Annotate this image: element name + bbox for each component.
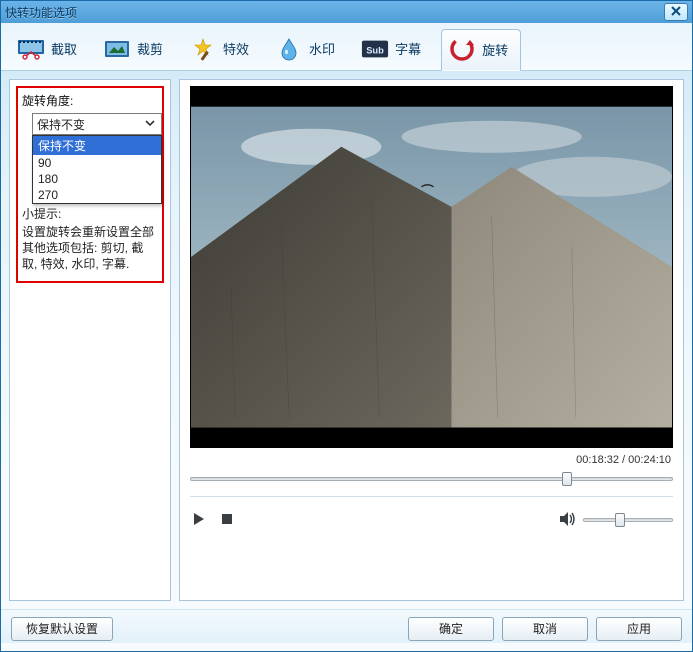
restore-defaults-button[interactable]: 恢复默认设置 <box>11 617 113 641</box>
main-area: 旋转角度: 保持不变 保持不变 90 180 270 小提示: 设置旋转会重新设… <box>1 71 692 609</box>
angle-option[interactable]: 保持不变 <box>33 136 161 155</box>
tab-label: 字幕 <box>395 39 421 58</box>
magic-wand-icon <box>189 35 217 63</box>
angle-label: 旋转角度: <box>22 92 158 109</box>
play-button[interactable] <box>190 511 208 529</box>
volume-slider[interactable] <box>583 513 673 527</box>
video-frame-image <box>191 87 672 447</box>
chevron-down-icon <box>143 116 157 133</box>
duration: 00:24:10 <box>628 454 671 466</box>
stop-button[interactable] <box>218 511 236 529</box>
seek-thumb[interactable] <box>562 472 572 486</box>
play-icon <box>192 512 206 529</box>
title-bar: 快转功能选项 <box>1 1 692 23</box>
rotate-icon <box>448 35 476 63</box>
time-display: 00:18:32 / 00:24:10 <box>190 452 673 470</box>
current-time: 00:18:32 <box>576 454 619 466</box>
rotate-settings-highlight: 旋转角度: 保持不变 保持不变 90 180 270 小提示: 设置旋转会重新设… <box>16 86 164 283</box>
tab-label: 特效 <box>223 39 249 58</box>
hint-body: 设置旋转会重新设置全部其他选项包括: 剪切, 截取, 特效, 水印, 字幕. <box>22 224 158 273</box>
tab-label: 裁剪 <box>137 39 163 58</box>
tab-subtitle[interactable]: Sub 字幕 <box>355 29 433 70</box>
volume-thumb[interactable] <box>615 513 625 527</box>
hint-title: 小提示: <box>22 205 158 222</box>
photo-crop-icon <box>103 35 131 63</box>
tab-capture[interactable]: 截取 <box>11 29 89 70</box>
subtitle-icon: Sub <box>361 35 389 63</box>
player-controls <box>190 507 673 533</box>
angle-option[interactable]: 90 <box>33 155 161 171</box>
video-preview[interactable] <box>190 86 673 448</box>
angle-option[interactable]: 180 <box>33 171 161 187</box>
rotate-settings-panel: 旋转角度: 保持不变 保持不变 90 180 270 小提示: 设置旋转会重新设… <box>9 79 171 601</box>
tab-label: 截取 <box>51 39 77 58</box>
tab-watermark[interactable]: 水印 <box>269 29 347 70</box>
tab-rotate[interactable]: 旋转 <box>441 29 521 71</box>
seek-track <box>190 477 673 481</box>
angle-select-value: 保持不变 <box>37 116 85 133</box>
stop-icon <box>221 513 233 528</box>
close-button[interactable] <box>664 3 688 21</box>
seek-bar[interactable] <box>190 472 673 486</box>
water-drop-icon <box>275 35 303 63</box>
svg-text:Sub: Sub <box>366 45 384 55</box>
tab-effects[interactable]: 特效 <box>183 29 261 70</box>
close-icon <box>670 5 682 20</box>
angle-option[interactable]: 270 <box>33 187 161 203</box>
tab-crop[interactable]: 裁剪 <box>97 29 175 70</box>
apply-button[interactable]: 应用 <box>596 617 682 641</box>
ok-button[interactable]: 确定 <box>408 617 494 641</box>
footer-bar: 恢复默认设置 确定 取消 应用 <box>1 609 692 643</box>
angle-select-dropdown: 保持不变 90 180 270 <box>32 135 162 204</box>
time-separator: / <box>619 454 628 466</box>
tab-strip: 截取 裁剪 特效 水印 Sub 字幕 旋转 <box>1 23 692 71</box>
tab-label: 水印 <box>309 39 335 58</box>
divider <box>190 496 673 497</box>
window-title: 快转功能选项 <box>5 4 664 21</box>
volume-track <box>583 518 673 522</box>
angle-select-display[interactable]: 保持不变 <box>32 113 162 135</box>
angle-select[interactable]: 保持不变 保持不变 90 180 270 <box>32 113 162 135</box>
volume-icon[interactable] <box>559 511 577 530</box>
volume-control <box>559 511 673 530</box>
filmstrip-scissor-icon <box>17 35 45 63</box>
cancel-button[interactable]: 取消 <box>502 617 588 641</box>
tab-label: 旋转 <box>482 40 508 59</box>
preview-panel: 00:18:32 / 00:24:10 <box>179 79 684 601</box>
